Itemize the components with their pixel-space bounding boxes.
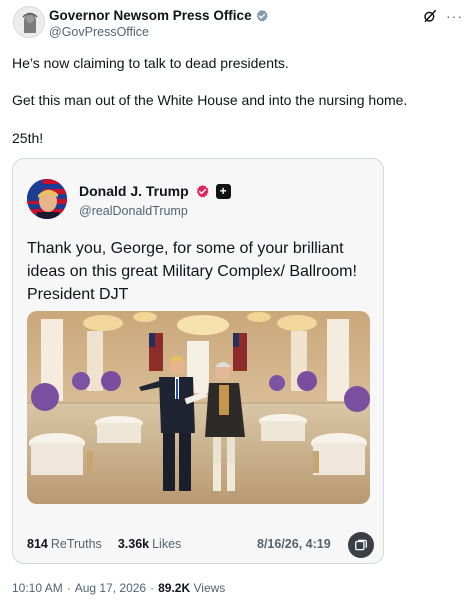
post-header: Governor Newsom Press Office @GovPressOf… <box>13 6 463 44</box>
quoted-post-image[interactable] <box>27 311 370 504</box>
author-handle[interactable]: @GovPressOffice <box>49 25 269 39</box>
avatar-seal-icon <box>14 7 44 37</box>
footer-separator-1: · <box>66 581 71 595</box>
quoted-avatar[interactable] <box>27 179 67 219</box>
verified-badge-icon <box>196 184 209 197</box>
more-options-icon[interactable]: ··· <box>446 9 463 23</box>
views-stat[interactable]: 89.2K Views <box>158 581 225 595</box>
avatar[interactable] <box>13 6 45 38</box>
copy-icon <box>355 539 367 551</box>
quoted-author-display-name[interactable]: Donald J. Trump <box>79 183 189 199</box>
retruths-stat[interactable]: 814 ReTruths <box>27 537 102 551</box>
quoted-post-card[interactable]: Donald J. Trump + @realDonaldTrump Thank… <box>12 158 384 564</box>
post-date[interactable]: Aug 17, 2026 <box>75 581 146 595</box>
quoted-post-stats: 814 ReTruths 3.36k Likes <box>27 537 181 551</box>
verified-badge-icon <box>256 9 268 21</box>
copy-image-button[interactable] <box>348 532 374 558</box>
post-text-line-1: He’s now claiming to talk to dead presid… <box>12 55 289 71</box>
quoted-avatar-image <box>27 179 67 219</box>
plus-badge-icon: + <box>215 183 231 199</box>
author-display-name[interactable]: Governor Newsom Press Office <box>49 8 252 23</box>
post-footer: 10:10 AM · Aug 17, 2026 · 89.2K Views <box>12 581 225 595</box>
quoted-author-handle[interactable]: @realDonaldTrump <box>79 204 188 218</box>
ballroom-scene-image <box>27 311 370 504</box>
likes-stat[interactable]: 3.36k Likes <box>118 537 181 551</box>
quoted-post-text: Thank you, George, for some of your bril… <box>27 240 357 303</box>
quoted-post-date: 8/16/26, 4:19 <box>257 537 331 551</box>
post-time[interactable]: 10:10 AM <box>12 581 63 595</box>
post-text-line-3: 25th! <box>12 130 44 146</box>
grok-icon[interactable] <box>422 8 438 24</box>
footer-separator-2: · <box>150 581 155 595</box>
post-text-line-2: Get this man out of the White House and … <box>12 92 408 108</box>
